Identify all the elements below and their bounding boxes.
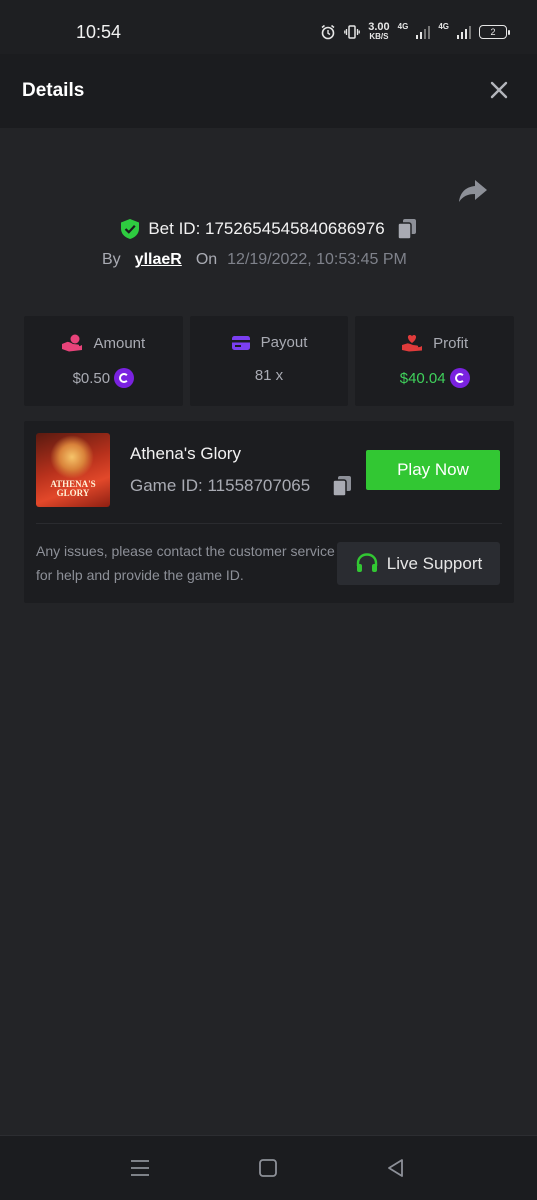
- vibrate-icon: [344, 25, 361, 39]
- stat-amount-label: Amount: [93, 334, 146, 352]
- coin-icon: [449, 368, 470, 388]
- menu-icon[interactable]: [126, 1154, 154, 1182]
- stat-profit: Profit $40.04: [355, 316, 515, 406]
- verified-shield-icon: [121, 219, 140, 239]
- thumbnail-title-line2: GLORY: [56, 488, 90, 498]
- headset-icon: [356, 552, 377, 572]
- coin-icon: [114, 368, 135, 388]
- live-support-label: Live Support: [386, 553, 483, 573]
- bet-stats: Amount $0.50 Payout 81 x Profit $40.04: [24, 316, 515, 406]
- stat-amount: Amount $0.50: [24, 316, 183, 406]
- network-type-2: 4G: [438, 21, 449, 31]
- stat-payout-value: 81 x: [254, 367, 284, 384]
- play-now-button[interactable]: Play Now: [366, 450, 500, 490]
- status-time: 10:54: [76, 22, 122, 42]
- stat-payout-label: Payout: [260, 334, 308, 351]
- stat-profit-label: Profit: [433, 334, 469, 352]
- status-icons: 3.00 KB/S 4G 4G 2: [320, 21, 510, 42]
- card-icon: [231, 335, 250, 350]
- network-type-1: 4G: [397, 21, 409, 31]
- signal-icon-2: [457, 25, 471, 39]
- bet-id: Bet ID: 1752654545840686976: [148, 219, 385, 238]
- live-support-button[interactable]: Live Support: [337, 542, 500, 585]
- system-nav-bar: [0, 1135, 537, 1200]
- page-title: Details: [22, 80, 85, 101]
- battery-icon: 2: [479, 25, 510, 39]
- close-icon[interactable]: [487, 78, 511, 102]
- stat-amount-value: $0.50: [72, 369, 111, 387]
- divider: [36, 523, 502, 524]
- bet-author-row: By yllaeR On 12/19/2022, 10:53:45 PM: [102, 249, 407, 271]
- support-message: Any issues, please contact the customer …: [36, 543, 335, 583]
- game-name: Athena's Glory: [130, 444, 241, 463]
- status-bar: 10:54 3.00 KB/S 4G 4G 2: [0, 0, 537, 54]
- signal-icon-1: [416, 25, 431, 39]
- stat-profit-value: $40.04: [399, 369, 446, 387]
- screen: 10:54 3.00 KB/S 4G 4G 2 Details Bet ID: …: [0, 0, 537, 1200]
- data-rate: 3.00 KB/S: [368, 21, 390, 42]
- share-icon[interactable]: [458, 178, 488, 204]
- bet-id-row: Bet ID: 1752654545840686976: [0, 216, 537, 242]
- game-thumbnail[interactable]: ATHENA'S GLORY: [36, 433, 110, 507]
- username-link[interactable]: yllaeR: [135, 251, 182, 269]
- game-card: ATHENA'S GLORY Athena's Glory Game ID: 1…: [24, 421, 514, 603]
- copy-icon[interactable]: [332, 475, 352, 497]
- by-label: By: [102, 251, 121, 268]
- stat-payout: Payout 81 x: [189, 316, 349, 406]
- hand-heart-icon: [402, 335, 423, 352]
- details-header: Details: [0, 54, 537, 128]
- hand-coin-icon: [62, 334, 83, 352]
- copy-icon[interactable]: [396, 218, 417, 240]
- on-label: On: [195, 251, 218, 268]
- back-icon[interactable]: [382, 1154, 410, 1182]
- home-icon[interactable]: [254, 1154, 282, 1182]
- game-id: Game ID: 11558707065: [130, 476, 311, 495]
- alarm-icon: [321, 24, 335, 40]
- bet-date: 12/19/2022, 10:53:45 PM: [227, 251, 407, 268]
